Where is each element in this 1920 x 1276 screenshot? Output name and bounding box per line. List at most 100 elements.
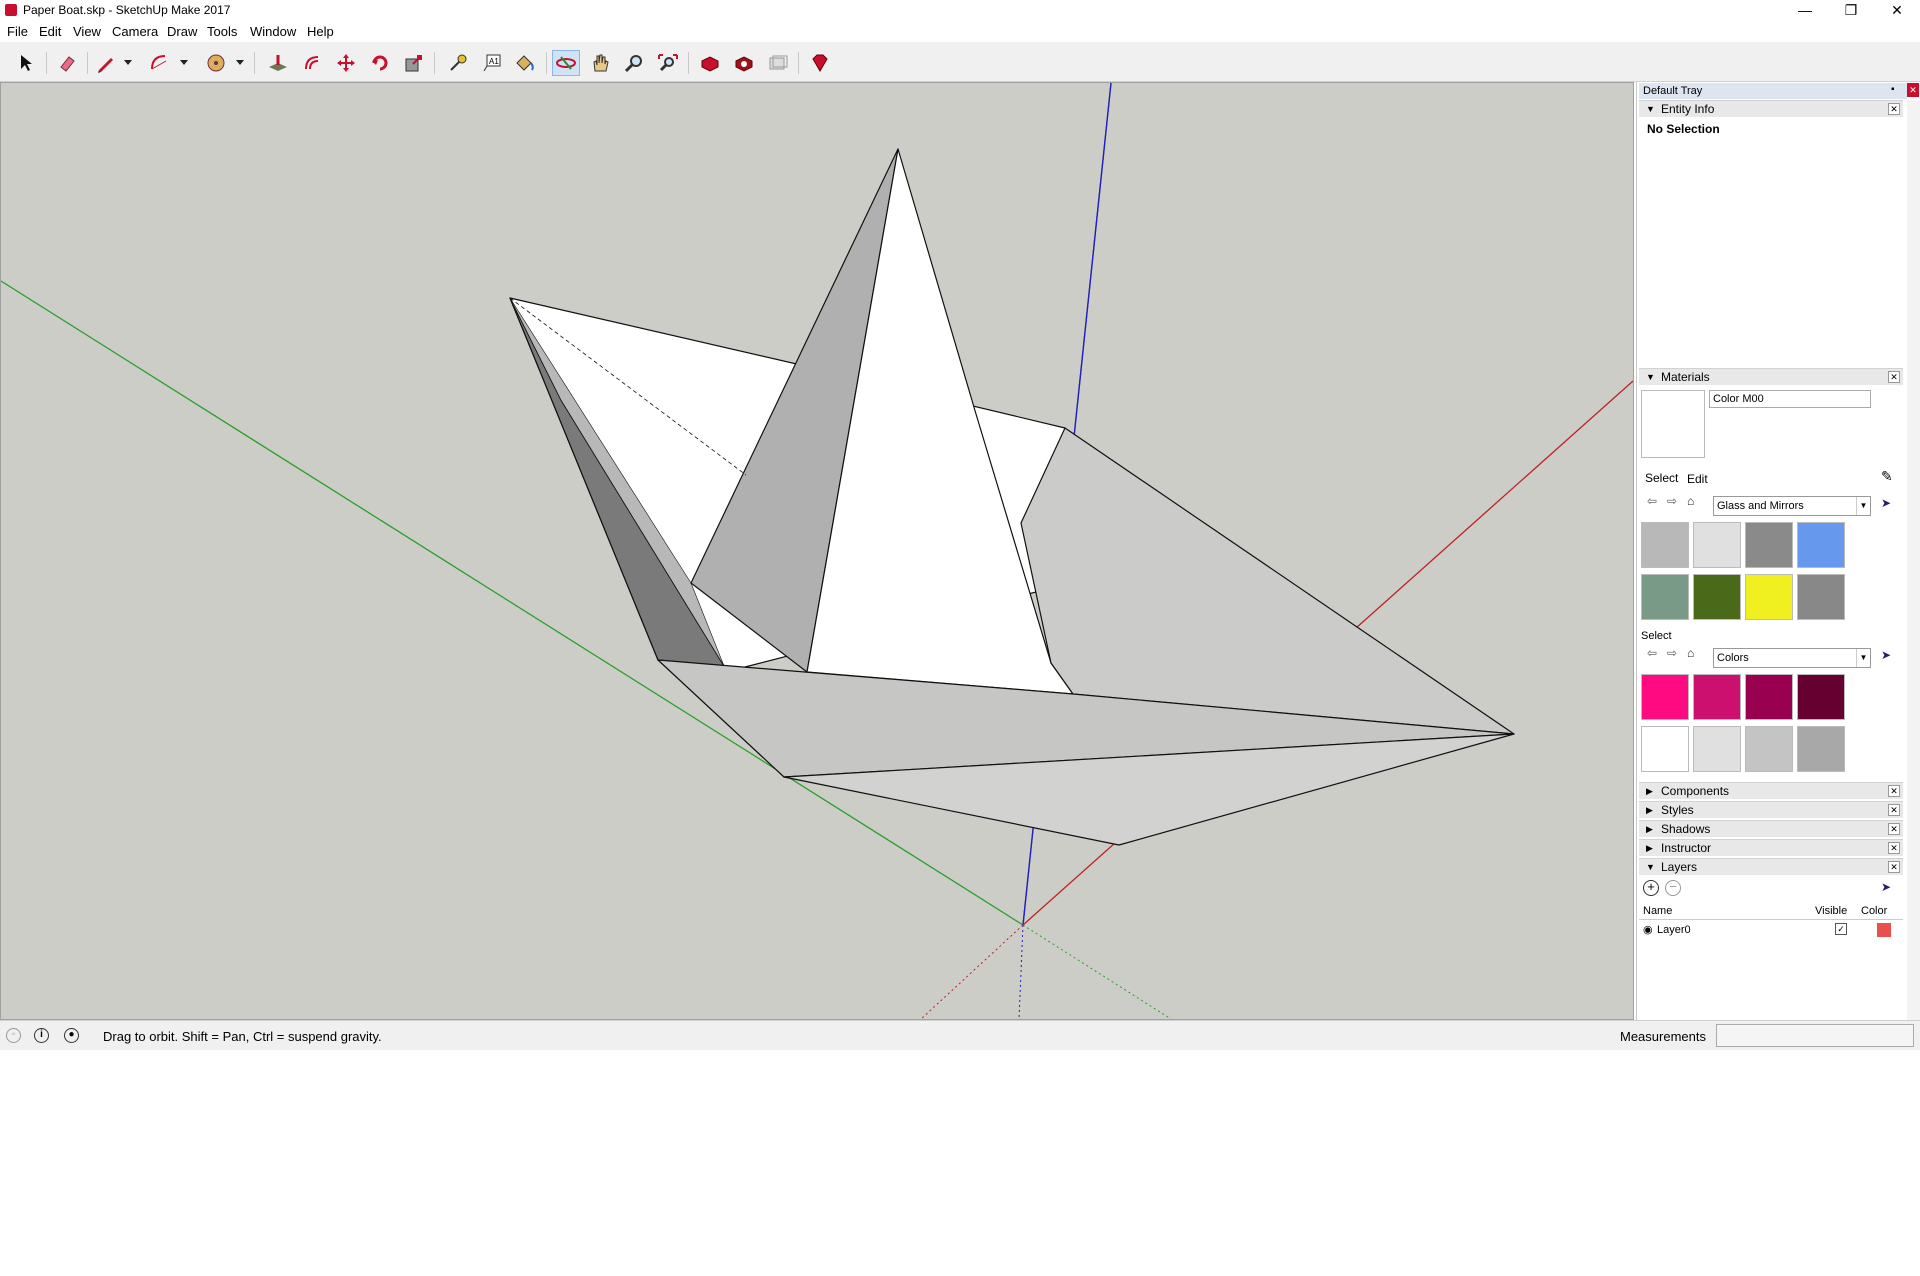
back-arrow-icon[interactable]: ⇦ (1647, 646, 1657, 660)
selection-status: No Selection (1647, 122, 1720, 136)
material-swatch[interactable] (1693, 574, 1741, 620)
line-tool-button[interactable] (92, 50, 120, 76)
forward-arrow-icon[interactable]: ⇨ (1667, 646, 1677, 660)
pan-tool-button[interactable] (586, 50, 614, 76)
color-swatch[interactable] (1797, 674, 1845, 720)
panel-close-icon[interactable]: ✕ (1888, 823, 1900, 835)
home-icon[interactable]: ⌂ (1687, 494, 1694, 508)
layer-name: Layer0 (1657, 924, 1691, 936)
instructor-header[interactable]: ▶ Instructor ✕ (1639, 839, 1903, 856)
arc-tool-dropdown[interactable] (178, 50, 190, 76)
send-to-layout-button[interactable] (764, 50, 792, 76)
extension-manager-button[interactable] (806, 50, 834, 76)
panel-close-icon[interactable]: ✕ (1888, 785, 1900, 797)
user-account-icon[interactable]: ● (64, 1028, 79, 1043)
layer-color-swatch[interactable] (1877, 923, 1891, 937)
material-swatch[interactable] (1797, 574, 1845, 620)
colors-library-select[interactable]: Colors ▼ (1713, 648, 1871, 668)
line-tool-dropdown[interactable] (122, 50, 134, 76)
add-layer-icon[interactable]: + (1643, 880, 1659, 896)
close-button[interactable]: ✕ (1874, 0, 1920, 22)
geo-location-icon[interactable]: ◦ (6, 1028, 21, 1043)
details-arrow-icon[interactable]: ➤ (1881, 496, 1891, 510)
zoom-tool-button[interactable] (620, 50, 648, 76)
tab-edit[interactable]: Edit (1687, 472, 1708, 486)
tray-close-icon[interactable]: ✕ (1907, 83, 1919, 97)
pin-icon[interactable]: ▪ (1891, 84, 1895, 95)
color-swatch[interactable] (1693, 726, 1741, 772)
eraser-tool-button[interactable] (53, 50, 81, 76)
minimize-button[interactable]: — (1782, 0, 1828, 22)
color-swatch[interactable] (1745, 674, 1793, 720)
material-swatch[interactable] (1745, 522, 1793, 568)
restore-button[interactable]: ❐ (1828, 0, 1874, 22)
select-tool-button[interactable] (12, 50, 40, 76)
menu-file[interactable]: File (7, 24, 28, 39)
materials-header[interactable]: ▼ Materials ✕ (1639, 368, 1903, 385)
col-name[interactable]: Name (1643, 905, 1672, 917)
3d-warehouse-button[interactable] (696, 50, 724, 76)
menu-draw[interactable]: Draw (167, 24, 197, 39)
details-arrow-icon[interactable]: ➤ (1881, 648, 1891, 662)
menu-view[interactable]: View (73, 24, 101, 39)
panel-close-icon[interactable]: ✕ (1888, 861, 1900, 873)
active-layer-radio-icon[interactable]: ◉ (1643, 923, 1653, 936)
offset-tool-button[interactable] (298, 50, 326, 76)
color-swatch[interactable] (1693, 674, 1741, 720)
table-row[interactable]: ◉ Layer0 ✓ (1639, 922, 1903, 940)
measurements-field[interactable] (1716, 1024, 1914, 1047)
home-icon[interactable]: ⌂ (1687, 646, 1694, 660)
material-swatch[interactable] (1693, 522, 1741, 568)
tray-scrollbar[interactable] (1907, 100, 1920, 1020)
tab-select[interactable]: Select (1645, 471, 1678, 485)
magnifier-icon (624, 55, 642, 73)
paint-bucket-tool-button[interactable] (510, 50, 538, 76)
move-tool-button[interactable] (332, 50, 360, 76)
forward-arrow-icon[interactable]: ⇨ (1667, 494, 1677, 508)
remove-layer-icon[interactable]: − (1665, 880, 1681, 896)
shadows-header[interactable]: ▶ Shadows ✕ (1639, 820, 1903, 837)
push-pull-tool-button[interactable] (264, 50, 292, 76)
material-library-select[interactable]: Glass and Mirrors ▼ (1713, 496, 1871, 516)
material-swatch[interactable] (1641, 574, 1689, 620)
eyedropper-icon[interactable]: ✎ (1881, 468, 1893, 485)
text-tool-button[interactable]: A1 (478, 50, 506, 76)
menu-help[interactable]: Help (307, 24, 334, 39)
shapes-tool-button[interactable] (202, 50, 230, 76)
color-swatch[interactable] (1797, 726, 1845, 772)
color-swatch[interactable] (1745, 726, 1793, 772)
entity-info-header[interactable]: ▼ Entity Info ✕ (1639, 100, 1903, 117)
menu-tools[interactable]: Tools (207, 24, 237, 39)
orbit-tool-button[interactable] (552, 50, 580, 76)
scale-tool-button[interactable] (400, 50, 428, 76)
styles-header[interactable]: ▶ Styles ✕ (1639, 801, 1903, 818)
tape-measure-tool-button[interactable] (444, 50, 472, 76)
material-swatch[interactable] (1641, 522, 1689, 568)
rotate-tool-button[interactable] (366, 50, 394, 76)
zoom-extents-tool-button[interactable] (654, 50, 682, 76)
shapes-tool-dropdown[interactable] (234, 50, 246, 76)
menu-window[interactable]: Window (250, 24, 296, 39)
panel-close-icon[interactable]: ✕ (1888, 842, 1900, 854)
col-color[interactable]: Color (1861, 905, 1887, 917)
panel-close-icon[interactable]: ✕ (1888, 804, 1900, 816)
material-name-field[interactable]: Color M00 (1709, 390, 1871, 408)
menu-edit[interactable]: Edit (39, 24, 61, 39)
layer-visible-checkbox[interactable]: ✓ (1835, 923, 1847, 935)
col-visible[interactable]: Visible (1815, 905, 1847, 917)
panel-close-icon[interactable]: ✕ (1888, 103, 1900, 115)
material-swatch[interactable] (1745, 574, 1793, 620)
menu-camera[interactable]: Camera (112, 24, 158, 39)
color-swatch[interactable] (1641, 726, 1689, 772)
extension-warehouse-button[interactable] (730, 50, 758, 76)
components-header[interactable]: ▶ Components ✕ (1639, 782, 1903, 799)
back-arrow-icon[interactable]: ⇦ (1647, 494, 1657, 508)
material-swatch[interactable] (1797, 522, 1845, 568)
drawing-viewport[interactable] (0, 82, 1634, 1020)
color-swatch[interactable] (1641, 674, 1689, 720)
arc-tool-button[interactable] (146, 50, 174, 76)
layers-header[interactable]: ▼ Layers ✕ (1639, 858, 1903, 875)
panel-close-icon[interactable]: ✕ (1888, 371, 1900, 383)
credits-icon[interactable]: i (34, 1028, 49, 1043)
details-arrow-icon[interactable]: ➤ (1881, 880, 1891, 894)
